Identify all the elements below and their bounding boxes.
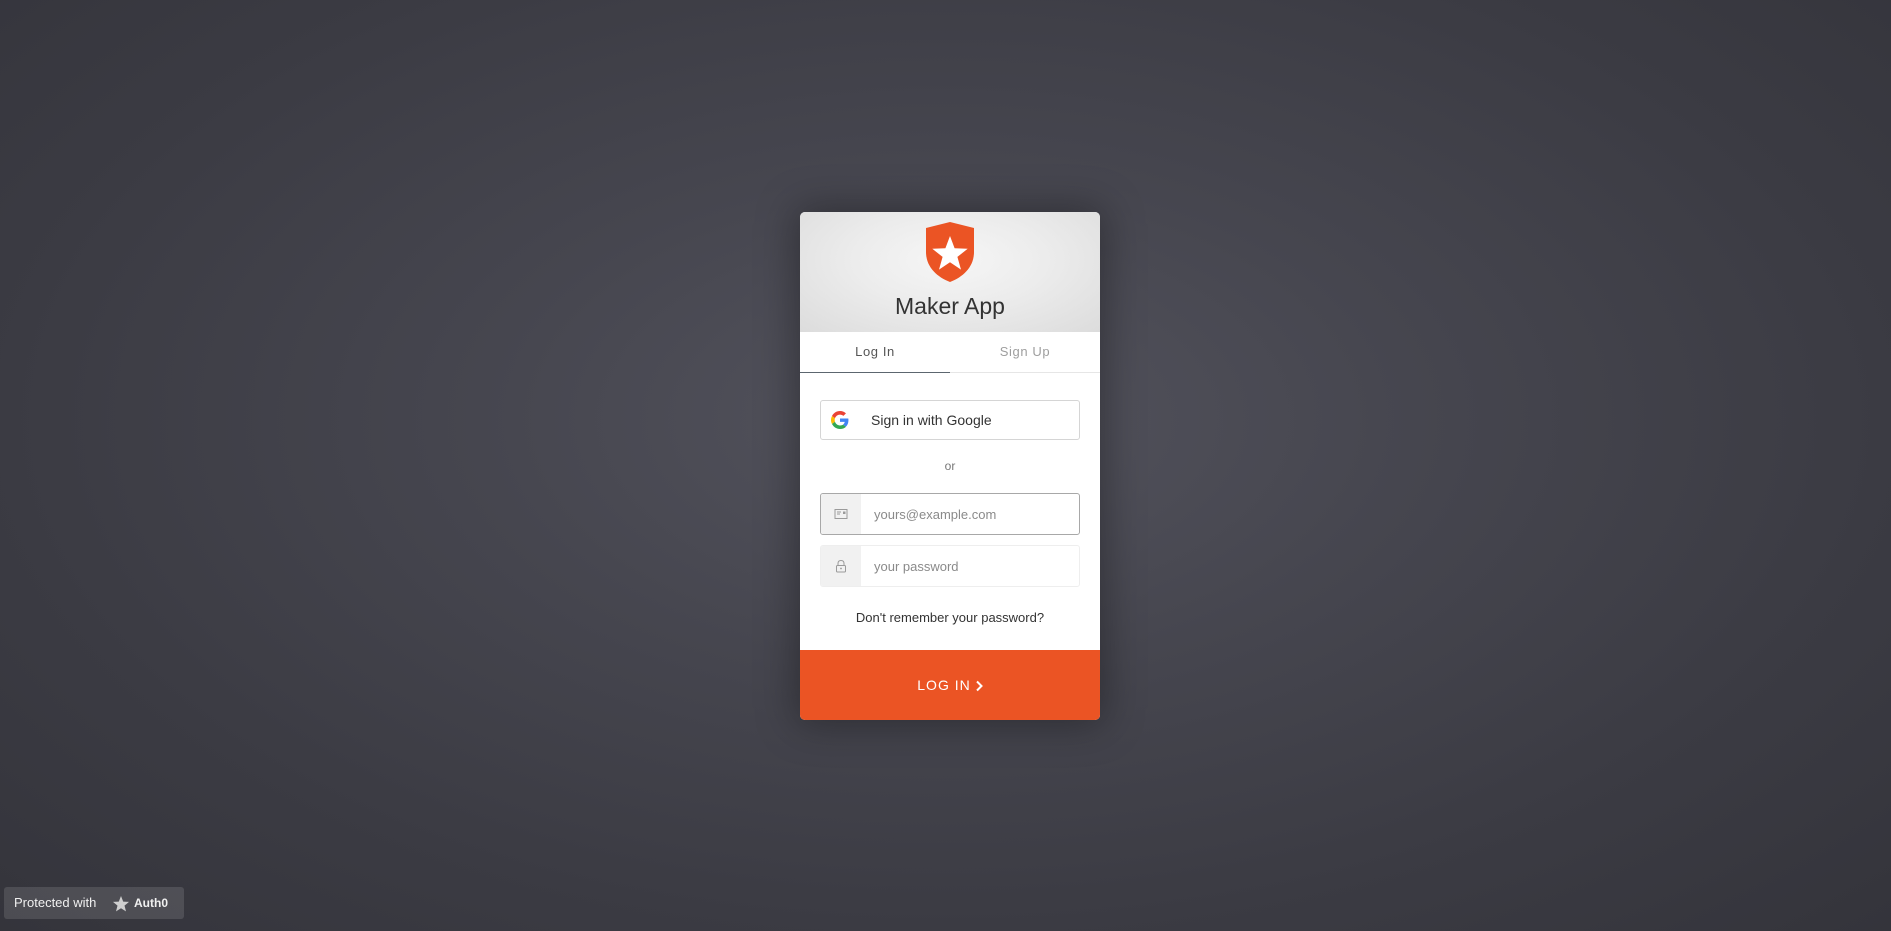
email-field <box>820 493 1080 535</box>
log-in-submit-label: LOG IN <box>917 677 971 693</box>
protected-with-auth0-badge[interactable]: Protected with Auth0 <box>4 887 184 919</box>
app-title: Maker App <box>895 293 1005 319</box>
password-icon-box <box>821 546 861 586</box>
login-widget: Maker App Log In Sign Up Sign in with Go… <box>800 212 1100 720</box>
google-sign-in-label: Sign in with Google <box>871 412 992 428</box>
widget-header: Maker App <box>800 212 1100 332</box>
forgot-password-link[interactable]: Don't remember your password? <box>800 610 1100 625</box>
auth0-badge-icon <box>113 896 129 912</box>
or-separator: or <box>944 459 956 473</box>
tab-sign-up[interactable]: Sign Up <box>950 332 1100 372</box>
email-input[interactable] <box>861 494 1071 534</box>
google-g-icon <box>831 411 849 429</box>
log-in-submit-button[interactable]: LOG IN <box>800 650 1100 720</box>
envelope-icon <box>834 509 848 519</box>
email-icon-box <box>821 494 861 534</box>
tab-log-in[interactable]: Log In <box>800 332 950 373</box>
badge-text: Protected with <box>14 895 97 910</box>
auth0-logo-icon <box>926 222 974 282</box>
badge-brand: Auth0 <box>134 896 168 910</box>
google-sign-in-button[interactable]: Sign in with Google <box>820 400 1080 440</box>
chevron-right-icon <box>976 681 983 692</box>
password-input[interactable] <box>861 546 1071 586</box>
password-field <box>820 545 1080 587</box>
auth-tabs: Log In Sign Up <box>800 332 1100 373</box>
lock-icon <box>836 559 846 573</box>
